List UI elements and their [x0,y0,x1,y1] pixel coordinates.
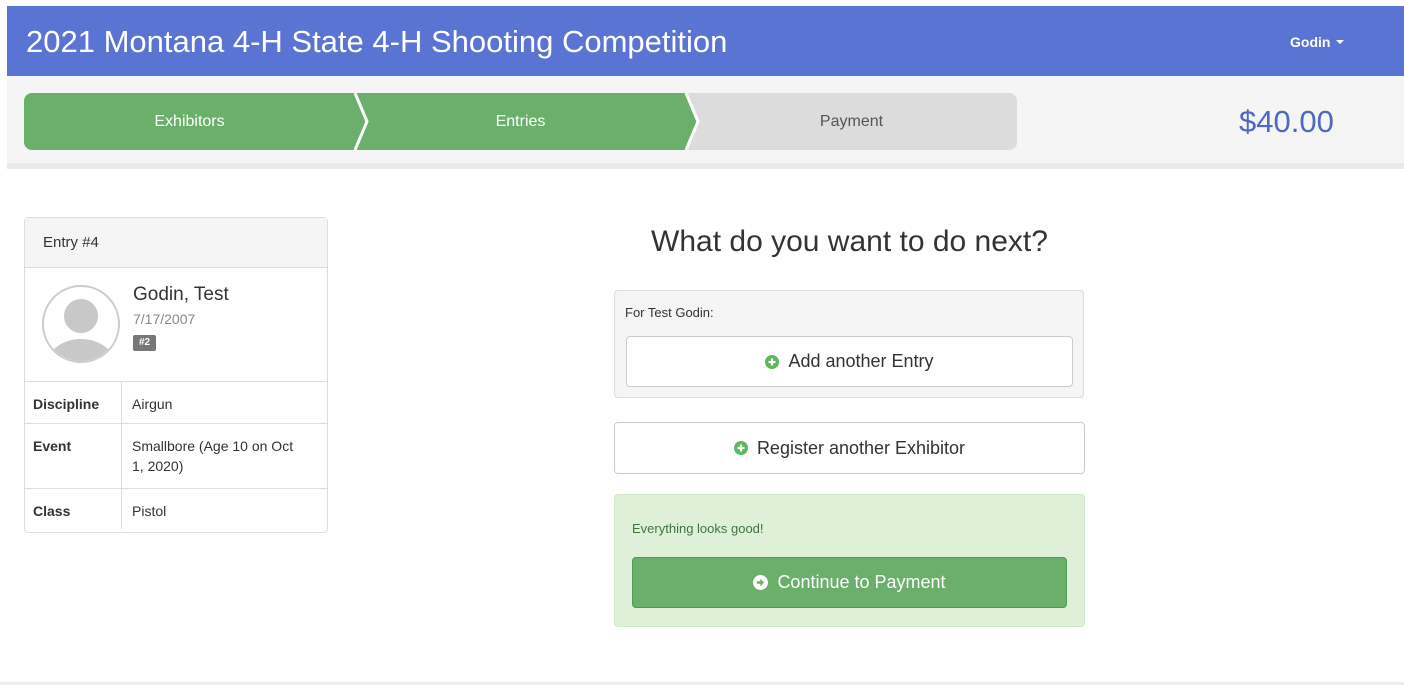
detail-value: Airgun [132,396,173,412]
exhibitor-number-badge: #2 [133,335,157,351]
user-menu[interactable]: Godin [1290,34,1345,50]
progress-bar: Exhibitors Entries Payment $40.00 [7,76,1404,169]
plus-circle-icon [733,441,748,455]
register-exhibitor-label: Register another Exhibitor [756,437,966,458]
success-alert: Everything looks good! Continue to Payme… [614,494,1085,627]
register-exhibitor-button[interactable]: Register another Exhibitor [614,422,1085,474]
exhibitor-actions-panel: For Test Godin: Add another Entry [614,290,1084,398]
step-label: Payment [819,112,884,130]
detail-label: Event [33,438,72,454]
detail-value: Pistol [132,503,167,519]
for-exhibitor-label: For Test Godin: [625,305,714,320]
entry-card: Entry #4 Godin, Test 7/17/2007 #2 Discip… [24,217,328,533]
continue-to-payment-button[interactable]: Continue to Payment [632,557,1067,608]
order-total: $40.00 [1239,104,1334,139]
step-label: Exhibitors [154,112,225,130]
top-navbar: 2021 Montana 4-H State 4-H Shooting Comp… [7,6,1404,76]
detail-label-cell: Event [25,424,122,488]
step-payment[interactable]: Payment [686,93,1017,150]
arrow-circle-right-icon [753,575,769,590]
exhibitor-name: Godin, Test [133,284,229,305]
user-silhouette-icon [47,299,115,361]
detail-label: Class [33,503,71,519]
step-indicator: Exhibitors Entries Payment [24,93,1017,150]
user-menu-label: Godin [1290,34,1331,50]
continue-label: Continue to Payment [777,572,946,592]
avatar [42,285,120,363]
success-message: Everything looks good! [632,521,764,536]
detail-label: Discipline [33,396,100,412]
detail-value: Smallbore (Age 10 on Oct 1, 2020) [132,438,294,474]
detail-label-cell: Class [25,489,122,529]
add-entry-button[interactable]: Add another Entry [626,336,1073,387]
detail-row-discipline: Discipline Airgun [25,381,327,423]
add-entry-label: Add another Entry [788,351,934,371]
entry-title: Entry #4 [43,234,99,251]
detail-row-event: Event Smallbore (Age 10 on Oct 1, 2020) [25,423,327,488]
step-exhibitors[interactable]: Exhibitors [24,93,355,150]
app-title: 2021 Montana 4-H State 4-H Shooting Comp… [26,24,728,59]
step-entries[interactable]: Entries [355,93,686,150]
exhibitor-dob: 7/17/2007 [133,311,196,327]
detail-row-class: Class Pistol [25,488,327,529]
plus-circle-icon [765,354,780,369]
entry-details-table: Discipline Airgun Event Smallbore (Age 1… [25,381,327,529]
entry-card-header: Entry #4 [25,218,327,268]
next-step-heading: What do you want to do next? [651,225,1048,258]
step-label: Entries [495,112,546,130]
caret-down-icon [1336,40,1345,45]
detail-label-cell: Discipline [25,382,122,423]
